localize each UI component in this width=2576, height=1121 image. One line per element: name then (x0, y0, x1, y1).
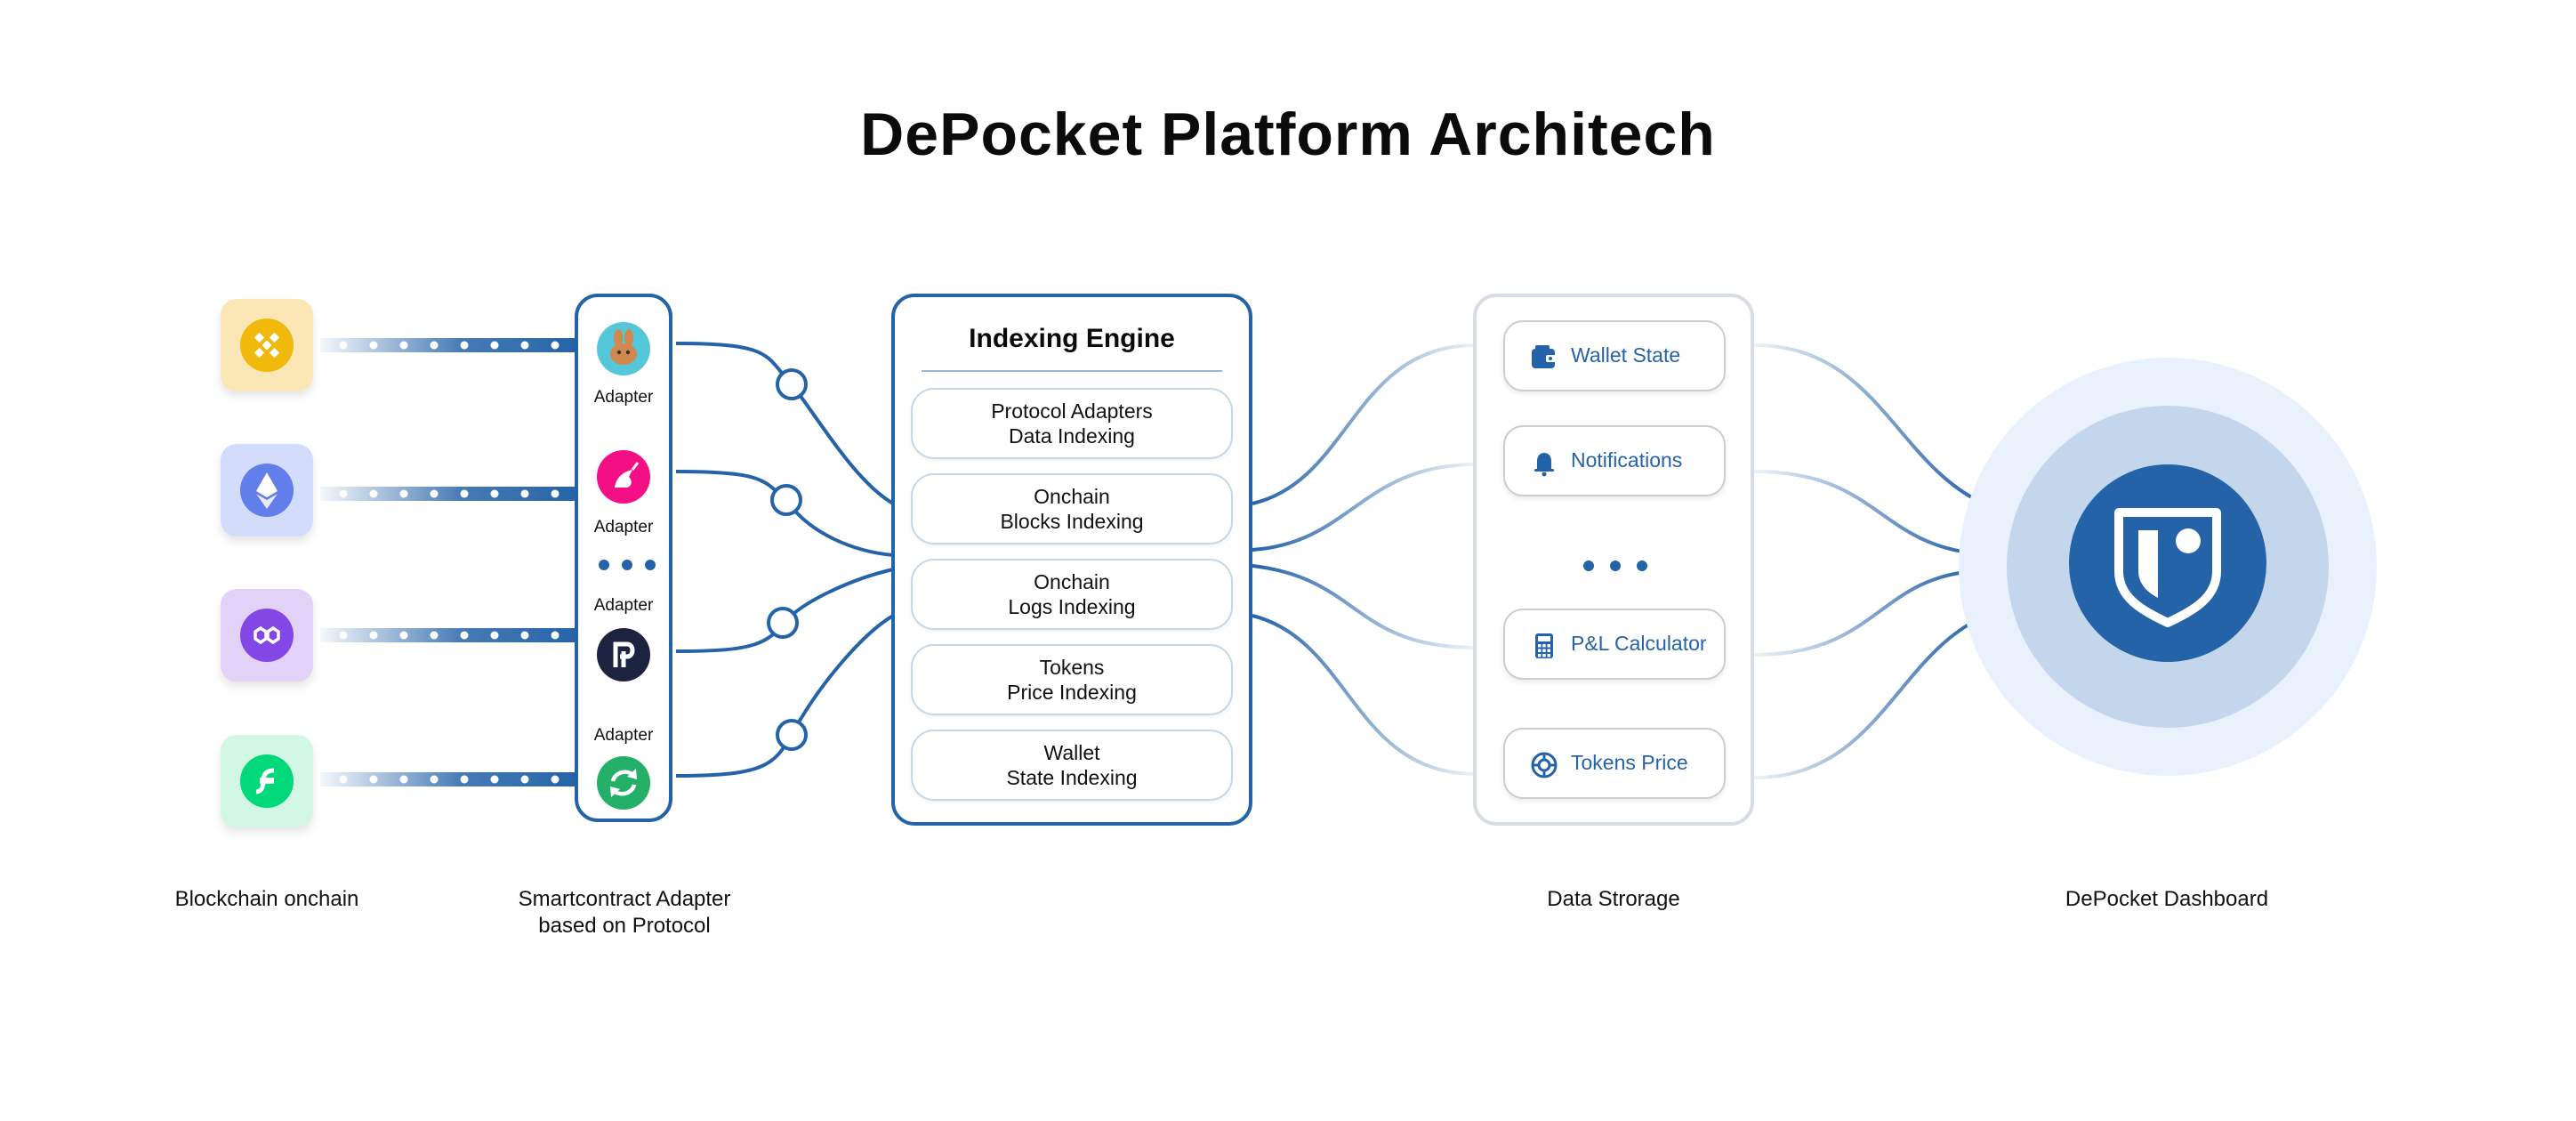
bell-icon (1534, 453, 1554, 477)
chain-link-flow (320, 772, 578, 786)
chain-link-ethereum (320, 487, 578, 501)
binance-icon (254, 332, 280, 359)
chain-tile-ethereum (221, 444, 313, 536)
engine-item-line2: Price Indexing (1007, 681, 1137, 704)
adapter-label-2: Adapter (593, 518, 654, 536)
engine-item-line1: Onchain (1034, 570, 1110, 593)
chain-link-binance (320, 338, 578, 352)
page-title: DePocket Platform Architech (860, 101, 1716, 168)
adapter-label-1: Adapter (593, 388, 654, 407)
storage-links (1753, 343, 1984, 779)
storage-item-pnl-calculator: P&L Calculator (1503, 609, 1726, 680)
chain-tile-flow (221, 735, 313, 827)
protocol-p-icon (597, 628, 650, 681)
engine-title: Indexing Engine (969, 324, 1175, 353)
adapter-label-3: Adapter (593, 596, 654, 615)
engine-item-line2: Data Indexing (1009, 424, 1135, 448)
engine-item-line1: Tokens (1039, 656, 1105, 679)
calculator-icon (1535, 633, 1553, 658)
engine-item-line2: State Indexing (1006, 766, 1138, 789)
junction-nodes (767, 368, 808, 751)
ellipsis-dot (1610, 560, 1621, 571)
ethereum-icon (256, 472, 278, 509)
engine-item-blocks: Onchain Blocks Indexing (911, 473, 1233, 544)
indexing-engine: Indexing Engine Protocol Adapters Data I… (891, 294, 1252, 826)
storage-item-wallet-state: Wallet State (1503, 320, 1726, 391)
engine-item-line2: Logs Indexing (1008, 595, 1136, 618)
ellipsis-dot (645, 560, 656, 570)
adapter-links (675, 342, 895, 778)
ellipsis-dot (622, 560, 632, 570)
storage-item-tokens-price: Tokens Price (1503, 728, 1726, 799)
data-storage: Wallet State Notifications P&L Calculato… (1473, 294, 1754, 826)
chain-link-polygon (320, 628, 578, 642)
unicorn-icon (597, 450, 650, 504)
engine-item-wallet-state: Wallet State Indexing (911, 730, 1233, 801)
pancakeswap-icon (597, 322, 650, 375)
depocket-logo-icon (2114, 508, 2221, 627)
architecture-diagram: DePocket Platform Architech Adapter Adap… (0, 0, 2576, 1121)
engine-links (1252, 343, 1477, 776)
engine-item-line1: Wallet (1043, 741, 1100, 764)
engine-item-tokens-price: Tokens Price Indexing (911, 644, 1233, 715)
storage-item-label: Tokens Price (1571, 751, 1688, 774)
chain-link-dots (339, 341, 559, 784)
engine-item-line1: Onchain (1034, 485, 1110, 508)
flow-icon (255, 768, 275, 794)
engine-item-protocol-adapters: Protocol Adapters Data Indexing (911, 388, 1233, 459)
caption-adapters-line2: based on Protocol (538, 914, 711, 938)
chain-links (320, 338, 578, 786)
storage-item-label: Notifications (1571, 448, 1683, 472)
caption-dashboard: DePocket Dashboard (2065, 887, 2269, 911)
swap-arrows-icon (597, 756, 650, 810)
ellipsis-dot (1583, 560, 1594, 571)
storage-item-notifications: Notifications (1503, 425, 1726, 496)
adapter-label-4: Adapter (593, 726, 654, 745)
caption-adapters: Smartcontract Adapter based on Protocol (491, 886, 758, 940)
caption-blockchain: Blockchain onchain (174, 887, 359, 911)
wallet-icon (1532, 345, 1557, 368)
adapter-column: Adapter Adapter Adapter Adapter (575, 294, 672, 822)
engine-item-line1: Protocol Adapters (991, 399, 1153, 423)
storage-item-label: P&L Calculator (1571, 632, 1707, 655)
chain-tile-polygon (221, 589, 313, 681)
polygon-icon (254, 625, 280, 645)
dashboard-circle (2069, 464, 2266, 662)
engine-item-line2: Blocks Indexing (1000, 510, 1144, 533)
ellipsis-dot (1637, 560, 1647, 571)
caption-storage: Data Strorage (1547, 887, 1680, 911)
engine-divider (922, 370, 1222, 372)
caption-adapters-line1: Smartcontract Adapter (518, 887, 731, 911)
chain-tile-binance (221, 299, 313, 391)
engine-item-logs: Onchain Logs Indexing (911, 559, 1233, 630)
token-icon (1531, 752, 1558, 778)
storage-item-label: Wallet State (1571, 343, 1681, 367)
ellipsis-dot (599, 560, 609, 570)
